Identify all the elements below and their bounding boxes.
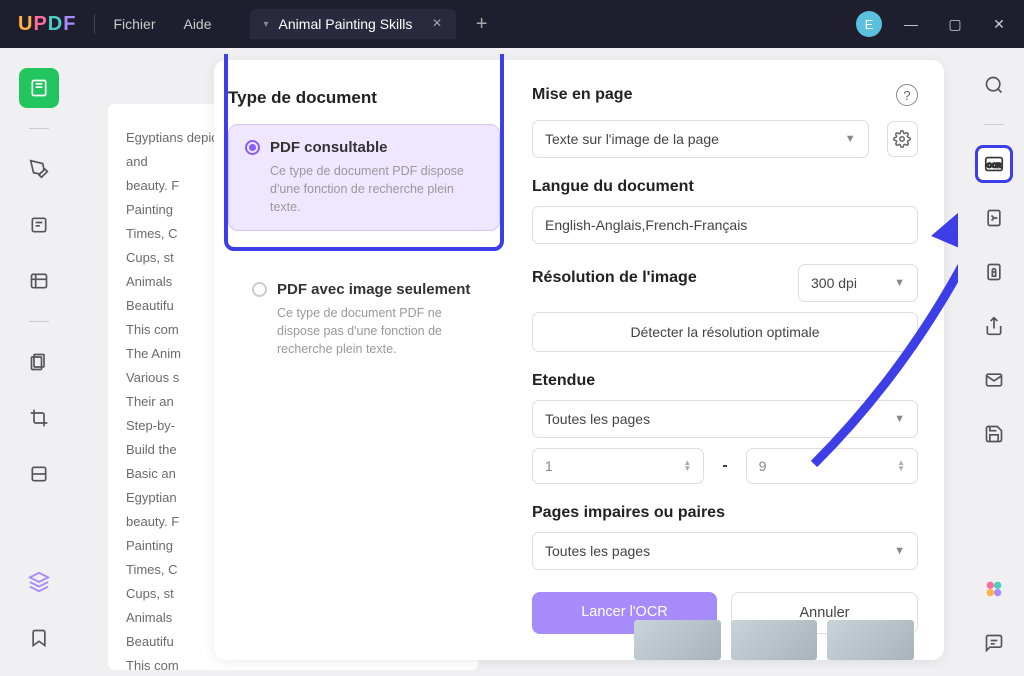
document-tab[interactable]: ▾ Animal Painting Skills × — [250, 9, 456, 39]
minimize-icon[interactable]: — — [896, 16, 926, 32]
chevron-down-icon: ▼ — [894, 413, 905, 425]
settings-gear-icon[interactable] — [887, 121, 918, 157]
add-tab-icon[interactable]: + — [476, 13, 488, 36]
language-dropdown[interactable]: English-Anglais,French-Français — [532, 206, 918, 244]
redact-tool-icon[interactable] — [19, 454, 59, 494]
close-window-icon[interactable]: ✕ — [984, 16, 1014, 33]
chevron-down-icon: ▼ — [894, 545, 905, 557]
share-icon[interactable] — [975, 307, 1013, 345]
doctype-heading: Type de document — [228, 88, 500, 108]
save-icon[interactable] — [975, 415, 1013, 453]
app-logo: UPDF — [18, 13, 76, 36]
annotate-tool-icon[interactable] — [19, 149, 59, 189]
comment-icon[interactable] — [975, 624, 1013, 662]
detect-resolution-button[interactable]: Détecter la résolution optimale — [532, 312, 918, 352]
user-avatar[interactable]: E — [856, 11, 882, 37]
protect-icon[interactable] — [975, 253, 1013, 291]
reader-tool-icon[interactable] — [19, 68, 59, 108]
ai-icon[interactable] — [975, 570, 1013, 608]
layers-icon[interactable] — [19, 562, 59, 602]
menu-file[interactable]: Fichier — [113, 16, 155, 32]
highlight-doctype: Type de document PDF consultable Ce type… — [224, 54, 504, 251]
edit-tool-icon[interactable] — [19, 205, 59, 245]
layout-dropdown[interactable]: Texte sur l'image de la page▼ — [532, 120, 869, 158]
oddeven-dropdown[interactable]: Toutes les pages▼ — [532, 532, 918, 570]
range-from-input[interactable]: 1▲▼ — [532, 448, 704, 484]
range-dropdown[interactable]: Toutes les pages▼ — [532, 400, 918, 438]
crop-tool-icon[interactable] — [19, 398, 59, 438]
menu-help[interactable]: Aide — [183, 16, 211, 32]
right-toolbar: OCR — [964, 48, 1024, 676]
resolution-dropdown[interactable]: 300 dpi▼ — [798, 264, 918, 302]
titlebar: UPDF Fichier Aide ▾ Animal Painting Skil… — [0, 0, 1024, 48]
chevron-down-icon: ▼ — [894, 277, 905, 289]
oddeven-heading: Pages impaires ou paires — [532, 504, 918, 522]
chevron-down-icon[interactable]: ▾ — [264, 19, 269, 30]
ocr-tool-icon[interactable]: OCR — [975, 145, 1013, 183]
tab-title: Animal Painting Skills — [279, 16, 413, 32]
option-searchable-pdf[interactable]: PDF consultable Ce type de document PDF … — [228, 124, 500, 231]
option-image-only-pdf[interactable]: PDF avec image seulement Ce type de docu… — [236, 267, 504, 372]
search-icon[interactable] — [975, 66, 1013, 104]
language-heading: Langue du document — [532, 178, 918, 196]
bookmark-icon[interactable] — [19, 618, 59, 658]
ocr-panel: Type de document PDF consultable Ce type… — [214, 60, 944, 660]
range-heading: Etendue — [532, 372, 918, 390]
convert-icon[interactable] — [975, 199, 1013, 237]
svg-text:OCR: OCR — [987, 163, 1002, 170]
chevron-down-icon: ▼ — [845, 133, 856, 145]
help-icon[interactable]: ? — [896, 84, 918, 106]
resolution-heading: Résolution de l'image — [532, 269, 788, 287]
radio-unselected-icon — [252, 282, 267, 297]
content-area: Egyptians depicted cats on murals, symbo… — [84, 54, 958, 670]
organize-tool-icon[interactable] — [19, 261, 59, 301]
layout-heading: Mise en page — [532, 86, 632, 104]
maximize-icon[interactable]: ▢ — [940, 16, 970, 33]
pages-tool-icon[interactable] — [19, 342, 59, 382]
email-icon[interactable] — [975, 361, 1013, 399]
range-to-input[interactable]: 9▲▼ — [746, 448, 918, 484]
radio-selected-icon — [245, 140, 260, 155]
left-toolbar — [0, 48, 78, 676]
close-tab-icon[interactable]: × — [432, 15, 441, 33]
image-thumbnails — [634, 620, 914, 660]
